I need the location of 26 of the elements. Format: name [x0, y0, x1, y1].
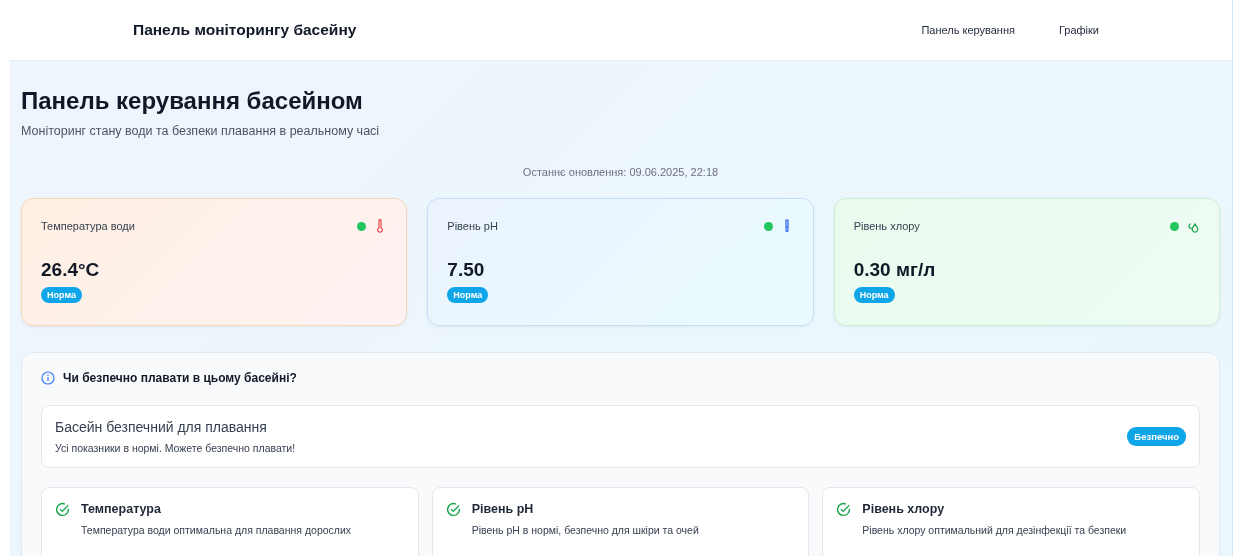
last-update-text: Останнє оновлення: 09.06.2025, 22:18	[521, 166, 720, 178]
check-text: Рівень хлору оптимальний для дезінфекції та безпеки	[862, 524, 1127, 536]
nav-link[interactable]: Панель керування	[921, 24, 1015, 36]
metric-label: Рівень хлору	[853, 220, 920, 232]
metric-label: Температура води	[41, 220, 135, 232]
info-icon	[41, 371, 55, 385]
check-text: Температура води оптимальна для плавання дорослих	[81, 524, 352, 536]
status-badge: Норма	[447, 287, 489, 303]
status-badge: Норма	[41, 287, 82, 303]
page-title: Панель керування басейном	[21, 87, 364, 115]
safety-question: Чи безпечно плавати в цьому басейні?	[63, 371, 297, 385]
check-title: Рівень хлору	[862, 502, 946, 516]
metric-value: 0.30 мг/л	[853, 259, 937, 281]
check-text: Рівень pH в нормі, безпечно для шкіри та очей	[471, 524, 699, 536]
safe-badge: Безпечно	[1127, 427, 1186, 446]
page-subtitle: Моніторинг стану води та безпеки плавання в реальному часі	[21, 124, 381, 138]
metric-label: Рівень pH	[447, 220, 498, 232]
metric-value: 7.50	[447, 259, 486, 281]
status-badge: Норма	[853, 287, 895, 303]
app-title: Панель моніторингу басейну	[133, 21, 357, 39]
metric-value: 26.4°C	[41, 259, 101, 281]
nav-link[interactable]: Графіки	[1058, 24, 1099, 36]
verdict-text: Усі показники в нормі. Можете безпечно плавати!	[55, 442, 296, 454]
check-title: Температура	[81, 502, 162, 516]
check-title: Рівень pH	[471, 502, 535, 516]
verdict-title: Басейн безпечний для плавання	[55, 419, 268, 435]
